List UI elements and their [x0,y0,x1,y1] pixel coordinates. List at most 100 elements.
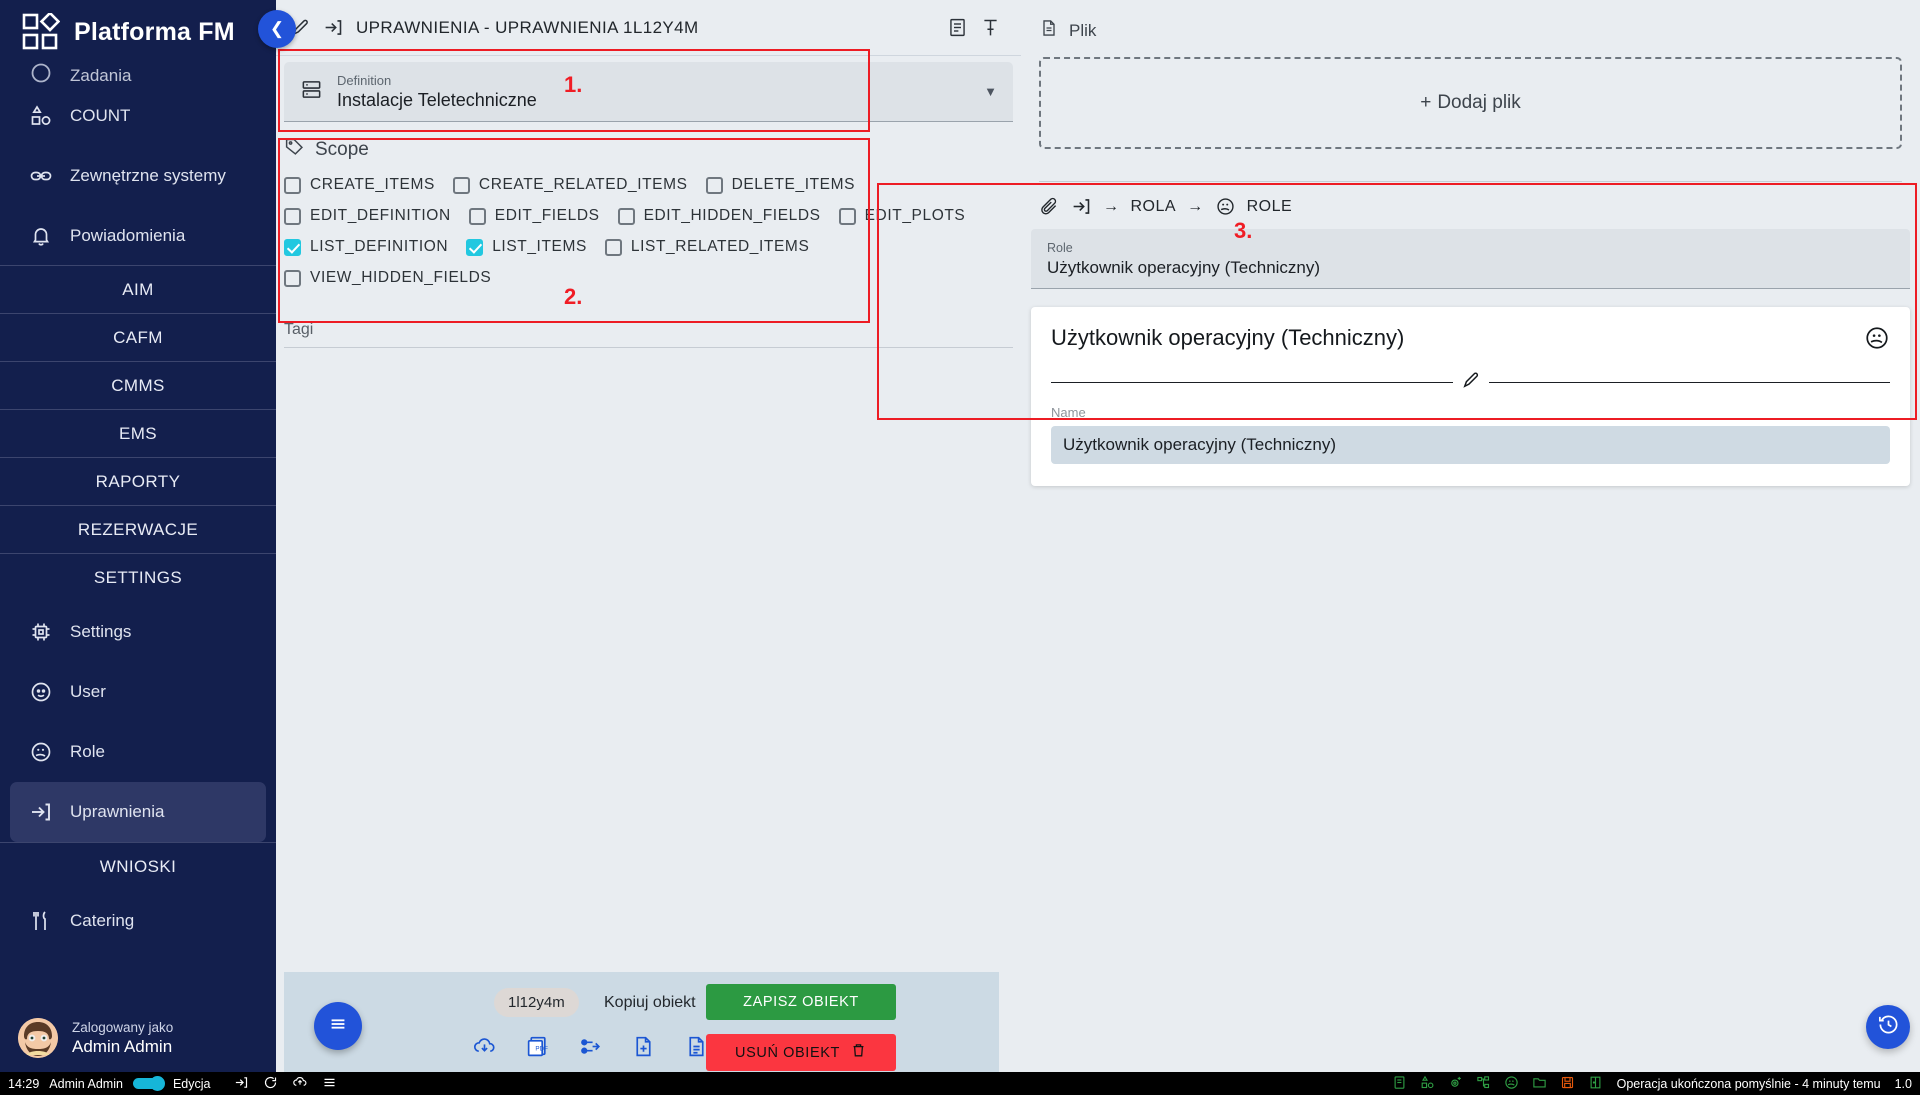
file-panel-header: Plik [1021,0,1920,43]
sidebar-item-zadania[interactable]: Zadania [10,62,266,86]
name-value[interactable]: Użytkownik operacyjny (Techniczny) [1051,426,1890,464]
checkbox-label: CREATE_RELATED_ITEMS [478,176,688,193]
checkbox-list-related-items[interactable]: LIST_RELATED_ITEMS [604,238,809,256]
history-fab-button[interactable] [1866,1005,1910,1049]
scope-header: Scope [284,136,1013,163]
file-icon [1039,18,1059,43]
breadcrumb-arrow-1: → [1103,197,1120,215]
gear-plus-icon[interactable] [1448,1075,1463,1093]
note-icon[interactable] [1392,1075,1407,1093]
role-select[interactable]: Role Użytkownik operacyjny (Techniczny) [1031,229,1910,289]
sidebar-item-label: COUNT [70,106,131,125]
refresh-icon[interactable] [263,1075,278,1093]
sidebar-item-role[interactable]: Role [10,722,266,782]
checkbox-create-items[interactable]: CREATE_ITEMS [284,176,435,194]
checkbox-label: EDIT_PLOTS [864,207,966,224]
edit-mode-toggle[interactable] [132,1076,165,1091]
checkbox-edit-plots[interactable]: EDIT_PLOTS [838,207,966,225]
dropzone-label: Dodaj plik [1437,92,1521,113]
copy-object-button[interactable]: Kopiuj obiekt [604,994,696,1012]
sidebar-section-aim[interactable]: AIM [0,265,276,314]
sidebar-item-label: Zadania [70,66,132,85]
actionbar-menu-button[interactable] [314,1002,362,1050]
save-object-button[interactable]: ZAPISZ OBIEKT [706,984,896,1020]
checkbox-edit-hidden-fields[interactable]: EDIT_HIDDEN_FIELDS [617,207,821,225]
permissions-arrow-icon[interactable] [1071,196,1092,217]
logged-user-box[interactable]: Zalogowany jako Admin Admin [0,1008,276,1072]
sidebar-section-ems[interactable]: EMS [0,409,276,458]
breadcrumb-item-rola[interactable]: ROLA [1131,198,1177,216]
sidebar: Platforma FM Zadania COUNT Zewnętrzne sy… [0,0,276,1072]
scope-section: Scope CREATE_ITEMS CREATE_RELATED_ITEMS … [284,136,1013,287]
paperclip-icon[interactable] [1039,196,1060,217]
sidebar-section-rezerwacje[interactable]: REZERWACJE [0,505,276,554]
checkbox-view-hidden-fields[interactable]: VIEW_HIDDEN_FIELDS [284,269,491,287]
sidebar-item-user[interactable]: User [10,662,266,722]
cloud-download-icon[interactable] [472,1034,497,1059]
breadcrumb-arrow-2: → [1187,197,1204,215]
note-icon[interactable] [947,17,968,38]
checkbox-edit-definition[interactable]: EDIT_DEFINITION [284,207,451,225]
checkbox-list-items[interactable]: LIST_ITEMS [466,238,587,256]
file-text-icon[interactable] [684,1034,709,1059]
sidebar-section-cmms[interactable]: CMMS [0,361,276,410]
count-shapes-icon[interactable] [1420,1075,1435,1093]
pdf-icon[interactable]: PDF [525,1034,550,1059]
logged-as-label: Zalogowany jako [72,1019,174,1035]
login-arrow-icon[interactable] [234,1075,249,1093]
bell-icon [28,223,54,249]
cpu-gear-icon [28,619,54,645]
chevron-down-icon[interactable]: ▼ [984,84,997,99]
checkbox-list-definition[interactable]: LIST_DEFINITION [284,238,448,256]
tree-nodes-icon[interactable] [1476,1075,1491,1093]
role-mask-icon[interactable] [1504,1075,1519,1093]
role-card: Użytkownik operacyjny (Techniczny) Name … [1031,307,1910,486]
sidebar-section-raporty[interactable]: RAPORTY [0,457,276,506]
checkbox-box [452,176,470,194]
hamburger-icon[interactable] [322,1075,337,1093]
cutlery-icon [28,908,54,934]
permissions-arrow-icon [323,17,344,38]
checkbox-delete-items[interactable]: DELETE_ITEMS [705,176,856,194]
brand: Platforma FM [0,0,276,62]
door-exit-icon[interactable] [1588,1075,1603,1093]
rule-right [1488,382,1890,383]
checkbox-edit-fields[interactable]: EDIT_FIELDS [468,207,600,225]
sidebar-collapse-button[interactable]: ❮ [258,10,296,48]
sidebar-item-zewnetrzne-systemy[interactable]: Zewnętrzne systemy [10,146,266,206]
sidebar-section-settings[interactable]: SETTINGS [0,553,276,602]
definition-select[interactable]: Definition Instalacje Teletechniczne ▼ [284,62,1013,122]
checkbox-label: EDIT_FIELDS [494,207,600,224]
pin-icon[interactable] [980,17,1001,38]
role-mask-icon[interactable] [1864,325,1890,356]
checkbox-label: VIEW_HIDDEN_FIELDS [310,269,492,286]
breadcrumb-item-role[interactable]: ROLE [1247,198,1293,216]
sidebar-item-count[interactable]: COUNT [10,86,266,146]
file-dropzone[interactable]: + Dodaj plik [1039,57,1902,149]
sidebar-nav: Zadania COUNT Zewnętrzne systemy Powiado… [0,62,276,951]
sidebar-item-settings[interactable]: Settings [10,602,266,662]
scope-row-4: VIEW_HIDDEN_FIELDS [284,269,1013,287]
tagi-label[interactable]: Tagi [284,321,1013,348]
link-icon [28,163,54,189]
sidebar-section-wnioski[interactable]: WNIOSKI [0,842,276,891]
delete-object-button[interactable]: USUŃ OBIEKT [706,1034,896,1071]
sidebar-item-catering[interactable]: Catering [10,891,266,951]
annotation-number-1: 1. [564,72,583,97]
trash-icon [850,1042,867,1063]
sidebar-item-powiadomienia[interactable]: Powiadomienia [10,206,266,266]
cloud-upload-icon[interactable] [292,1074,308,1093]
checkbox-create-related-items[interactable]: CREATE_RELATED_ITEMS [452,176,688,194]
sidebar-section-cafm[interactable]: CAFM [0,313,276,362]
file-add-icon[interactable] [631,1034,656,1059]
sidebar-item-uprawnienia[interactable]: Uprawnienia [10,782,266,842]
checkbox-label: DELETE_ITEMS [731,176,856,193]
checkbox-box [705,176,723,194]
checkbox-box [284,269,301,287]
share-node-icon[interactable] [578,1034,603,1059]
folder-icon[interactable] [1532,1075,1547,1093]
pencil-icon[interactable] [1461,370,1481,395]
definition-label: Definition [337,72,392,88]
save-disk-icon[interactable] [1560,1075,1575,1093]
brand-title: Platforma FM [74,17,235,46]
